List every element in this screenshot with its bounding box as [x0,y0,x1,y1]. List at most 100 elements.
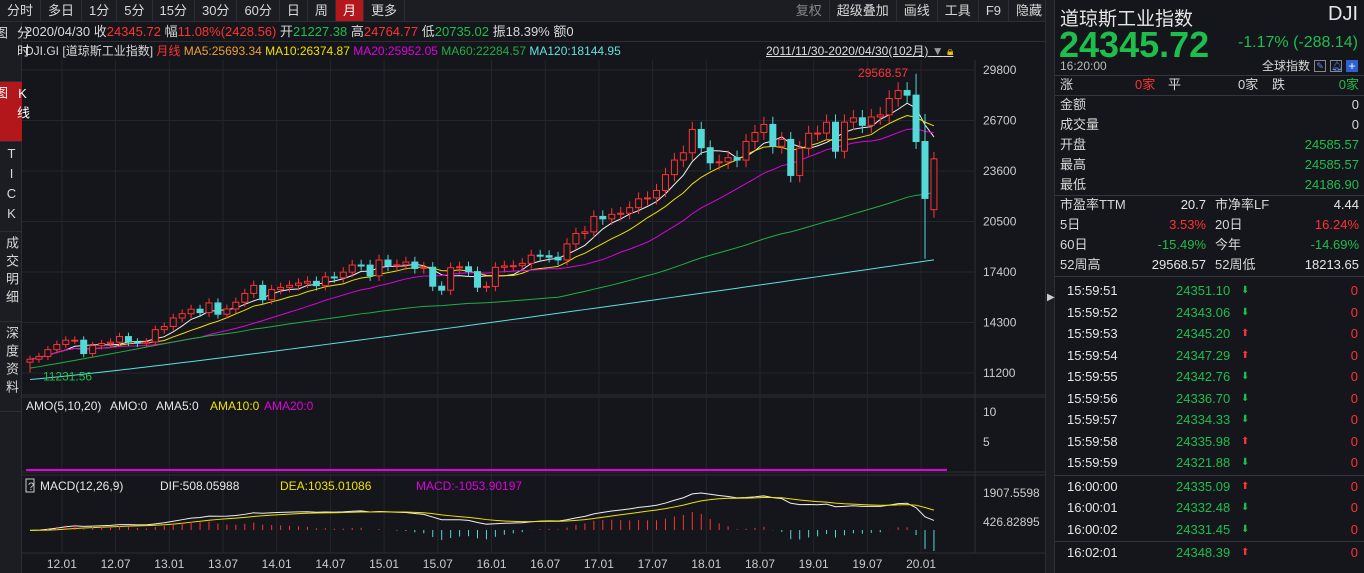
candle [277,282,285,295]
arrow-down-icon: ⬇ [1241,523,1250,535]
period-tab-4[interactable]: 15分 [153,0,195,21]
tick-list[interactable]: 15:59:51 24351.10 ⬇ 0 15:59:52 24343.06 ⬇ 0 15:5… [1055,280,1364,573]
tick-price: 24342.76 [1176,369,1231,384]
sidebar-tab-2[interactable]: TICK [0,142,22,232]
tick-price: 24332.48 [1176,500,1231,515]
tick-row: 15:59:51 24351.10 ⬇ 0 [1055,280,1364,301]
candle-body [814,132,822,135]
sidebar-tab-label: 深度资料 [4,326,19,398]
tool-button-5[interactable]: 隐藏 [1009,0,1050,21]
arrow-down-icon: ⬇ [1241,457,1250,468]
candle-body [89,345,97,355]
amo-ama5: AMA5:0 [156,399,199,413]
tick-volume: 0 [1350,390,1358,406]
edit-icon[interactable]: ✎ [1314,59,1326,72]
candle-body [456,266,464,269]
tick-volume: 0 [1350,521,1358,537]
candle-body [241,292,249,303]
period-tab-10[interactable]: 更多 [364,0,405,21]
tool-button-1[interactable]: 超级叠加 [830,0,897,21]
stat-value: 24585.57 [1304,137,1359,152]
global-index-link[interactable]: 全球指数 [1262,57,1310,74]
min-price-label: 11231.56 [43,369,92,383]
tool-button-2[interactable]: 画线 [897,0,938,21]
candle-body [384,259,392,267]
period-tab-6[interactable]: 60分 [237,0,280,21]
candle [71,336,79,345]
candle-body [187,308,195,315]
date-range-selector[interactable]: 2011/11/30-2020/04/30(102月) ▼ 🔒︎ [766,42,953,60]
candle-body [196,308,204,314]
candle-body [151,329,159,343]
candle-body [142,341,150,344]
candle-body [635,198,643,209]
candle [769,116,777,154]
candle-body [500,265,508,268]
date-label: 14.01 [262,557,292,571]
dropdown-triangle-icon[interactable]: ▼ [932,44,944,58]
tick-price: 24345.20 [1176,326,1231,341]
candle [429,262,437,292]
ratio-value: -14.69% [1310,237,1359,252]
period-tab-9[interactable]: 月 [335,0,364,21]
period-tab-1[interactable]: 多日 [41,0,83,21]
ratio-row: 5日 3.53% 20日 16.24% [1060,215,1359,235]
macd-tick-label: 1907.5598 [983,486,1040,500]
ratio-row: 市盈率TTM 20.7 市净率LF 4.44 [1060,195,1359,215]
period-tab-2[interactable]: 1分 [82,0,118,21]
tool-button-4[interactable]: F9 [979,0,1009,21]
arrow-up-icon: ⬆ [1241,435,1250,447]
stat-value: 0 [1351,117,1359,132]
candle-body [366,264,374,277]
candle-body [706,147,714,164]
candle-body [411,261,419,269]
tool-button-0[interactable]: 复权 [789,0,830,21]
panel-divider[interactable]: ▶ [1045,0,1055,573]
candle-body [661,174,669,191]
candle-body [858,117,866,126]
collapse-arrow-icon[interactable]: ▶ [1047,292,1055,303]
sidebar-tab-0[interactable]: 分时图 [0,22,30,82]
period-tab-5[interactable]: 30分 [195,0,238,21]
candle-body [429,266,437,287]
alert-bell-icon[interactable]: 🔔︎ [1330,59,1342,72]
ratio-value: 3.53% [1169,217,1206,232]
candle [107,338,115,348]
ratio-label: 市净率LF [1215,197,1270,212]
lock-icon[interactable]: 🔒︎ [947,44,953,58]
tick-price: 24348.39 [1176,545,1231,560]
period-tab-8[interactable]: 周 [308,0,336,21]
candle [626,201,634,220]
candle [259,280,267,305]
candle [661,167,669,198]
sidebar-tab-4[interactable]: 深度资料 [0,322,22,412]
tool-button-3[interactable]: 工具 [938,0,979,21]
ma5-value: MA5:25693.34 [183,44,262,58]
tick-price: 24321.88 [1176,455,1231,470]
candle [832,114,839,159]
candle [787,131,795,183]
low-value: 20735.02 [434,24,489,39]
sidebar-tab-1[interactable]: K线图 [0,82,30,142]
candle-body [903,90,911,96]
stat-label: 最高 [1060,157,1087,172]
candle-body [116,336,123,343]
tick-row: 15:59:55 24342.76 ⬇ 0 [1055,366,1364,387]
macd-title: MACD(12,26,9) [40,479,123,493]
candle [465,261,473,277]
candle [62,336,70,349]
add-icon[interactable]: + [1346,59,1358,72]
candle-body [268,289,276,301]
arrow-down-icon: ⬇ [1241,414,1250,425]
candle [706,140,714,170]
kline-chart[interactable]: 29800 26700 23600 20500 17400 14300 11200 12.01… [22,60,1050,573]
tick-row: 16:00:01 24332.48 ⬇ 0 [1055,497,1364,518]
period-tab-0[interactable]: 分时 [0,0,42,21]
period-tab-3[interactable]: 5分 [117,0,153,21]
period-tab-7[interactable]: 日 [280,0,308,21]
date-label: 15.07 [423,557,453,571]
sidebar-tab-3[interactable]: 成交明细 [0,232,22,322]
candle [536,249,544,262]
tick-time: 15:59:51 [1067,283,1118,298]
candle [697,121,705,156]
